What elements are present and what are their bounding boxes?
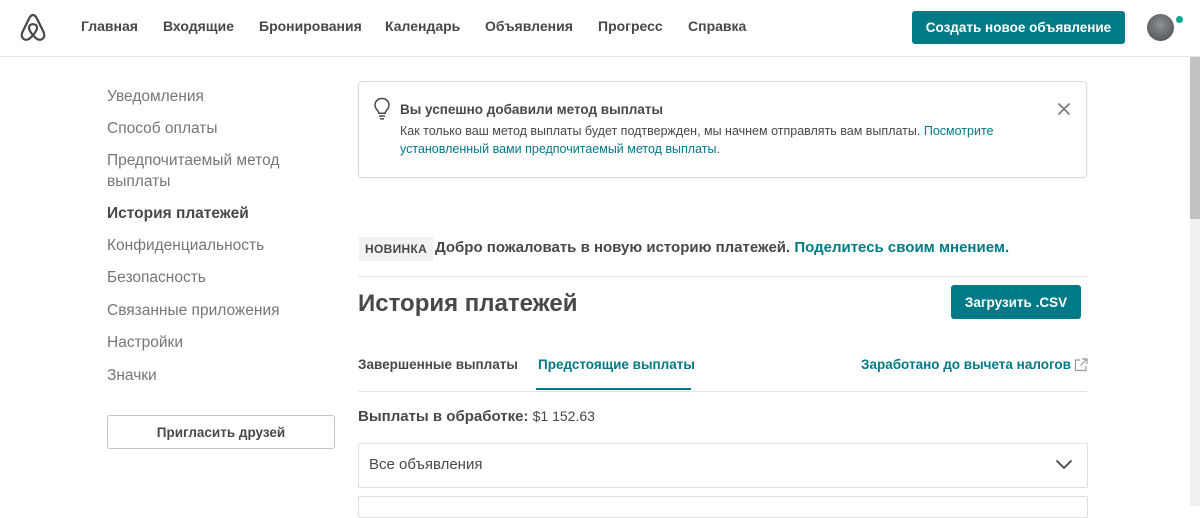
chevron-down-icon (1055, 459, 1073, 470)
invite-friends-button[interactable]: Пригласить друзей (107, 415, 335, 449)
download-csv-button[interactable]: Загрузить .CSV (951, 285, 1081, 319)
nav-progress[interactable]: Прогресс (598, 18, 663, 34)
nav-listings[interactable]: Объявления (485, 18, 573, 34)
alert-message: Как только ваш метод выплаты будет подтв… (400, 124, 994, 156)
page-title: История платежей (358, 290, 578, 317)
sidebar-item-badges[interactable]: Значки (107, 365, 157, 386)
external-link-icon[interactable] (1074, 358, 1088, 372)
nav-help[interactable]: Справка (688, 18, 746, 34)
airbnb-logo-icon[interactable] (17, 12, 49, 44)
new-history-banner: Добро пожаловать в новую историю платеже… (435, 239, 1010, 256)
avatar[interactable] (1147, 14, 1174, 41)
lightbulb-icon (374, 97, 390, 120)
alert-title: Вы успешно добавили метод выплаты (400, 102, 664, 117)
new-badge: НОВИНКА (359, 237, 434, 261)
processing-amount: $1 152.63 (532, 408, 595, 424)
nav-reservations[interactable]: Бронирования (259, 18, 362, 34)
sidebar-item-payment-method[interactable]: Способ оплаты (107, 118, 218, 139)
payouts-processing: Выплаты в обработке: $1 152.63 (358, 408, 595, 425)
tabs-divider (358, 391, 1087, 392)
sidebar-item-payout-preferences-line2[interactable]: выплаты (107, 171, 170, 192)
sidebar-item-privacy[interactable]: Конфиденциальность (107, 235, 264, 256)
active-tab-indicator (536, 388, 691, 390)
tab-upcoming-payouts[interactable]: Предстоящие выплаты (538, 357, 695, 372)
nav-home[interactable]: Главная (81, 18, 138, 34)
sidebar-item-security[interactable]: Безопасность (107, 267, 206, 288)
nav-calendar[interactable]: Календарь (385, 18, 460, 34)
sidebar-item-transaction-history[interactable]: История платежей (107, 203, 249, 224)
sidebar-item-connected-apps[interactable]: Связанные приложения (107, 300, 280, 321)
next-filter-select[interactable] (358, 496, 1088, 518)
sidebar-item-settings[interactable]: Настройки (107, 332, 183, 353)
nav-inbox[interactable]: Входящие (163, 18, 234, 34)
sidebar-item-notifications[interactable]: Уведомления (107, 86, 204, 107)
close-icon[interactable] (1057, 102, 1071, 116)
notification-dot (1176, 16, 1183, 23)
create-listing-button[interactable]: Создать новое объявление (912, 11, 1125, 44)
scrollbar-thumb[interactable] (1190, 57, 1200, 219)
gross-earnings-link[interactable]: Заработано до вычета налогов (861, 357, 1071, 372)
feedback-link[interactable]: Поделитесь своим мнением. (794, 239, 1009, 256)
tab-completed-payouts[interactable]: Завершенные выплаты (358, 357, 518, 372)
listing-filter-value: Все объявления (369, 456, 483, 473)
sidebar-item-payout-preferences[interactable]: Предпочитаемый метод (107, 150, 279, 171)
divider (358, 276, 1087, 277)
